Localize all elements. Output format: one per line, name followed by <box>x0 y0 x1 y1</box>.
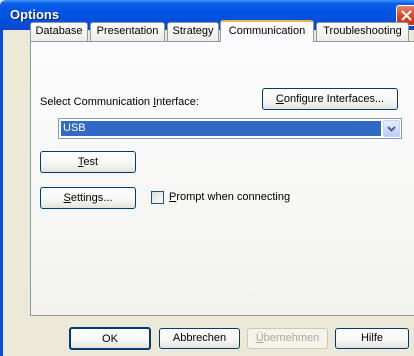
tab-communication-label: Communication <box>228 25 306 37</box>
test-button[interactable]: Test <box>40 151 136 173</box>
interface-label-text-1: Select Communication <box>40 96 154 108</box>
tab-strategy-label: Strategy <box>172 25 214 37</box>
help-label: Hilfe <box>360 332 383 344</box>
configure-mnemonic: C <box>275 93 284 105</box>
help-button[interactable]: Hilfe <box>335 328 409 349</box>
settings-mnemonic: S <box>63 192 71 204</box>
tab-strategy[interactable]: Strategy <box>167 22 219 41</box>
ok-label: OK <box>102 333 118 345</box>
settings-label: ettings... <box>70 192 113 204</box>
configure-interfaces-button[interactable]: Configure Interfaces... <box>262 88 398 110</box>
dropdown-button[interactable] <box>383 120 400 137</box>
options-dialog: Options Database Presentation Strategy C… <box>0 0 414 356</box>
tab-panel-communication <box>30 41 414 316</box>
tab-database[interactable]: Database <box>30 22 88 41</box>
apply-button[interactable]: Übernehmen <box>247 328 328 349</box>
tab-troubleshooting-label: Troubleshooting <box>323 25 402 37</box>
interface-label: Select Communication Interface: <box>40 96 199 108</box>
cancel-button[interactable]: Abbrechen <box>159 328 240 349</box>
interface-select-value: USB <box>61 121 381 136</box>
tab-troubleshooting[interactable]: Troubleshooting <box>316 22 409 41</box>
tab-presentation[interactable]: Presentation <box>90 22 165 41</box>
cancel-label: Abbrechen <box>172 332 227 344</box>
prompt-label[interactable]: Prompt when connecting <box>169 191 290 203</box>
configure-label: onfigure Interfaces... <box>283 93 385 105</box>
prompt-checkbox[interactable] <box>151 191 164 204</box>
apply-mnemonic: Ü <box>255 332 264 344</box>
ok-button[interactable]: OK <box>69 327 151 350</box>
test-label: est <box>83 156 99 168</box>
tab-communication[interactable]: Communication <box>220 20 314 42</box>
settings-button[interactable]: Settings... <box>40 187 136 209</box>
tab-presentation-label: Presentation <box>96 25 159 37</box>
window-frame <box>0 30 3 356</box>
tab-database-label: Database <box>35 25 83 37</box>
prompt-label-text: rompt when connecting <box>176 191 291 203</box>
interface-label-text-2: nterface: <box>156 96 199 108</box>
interface-select[interactable]: USB <box>58 118 402 139</box>
close-icon <box>401 10 412 21</box>
apply-label: bernehmen <box>263 332 320 344</box>
chevron-down-icon <box>387 126 396 132</box>
window-title: Options <box>10 7 60 22</box>
